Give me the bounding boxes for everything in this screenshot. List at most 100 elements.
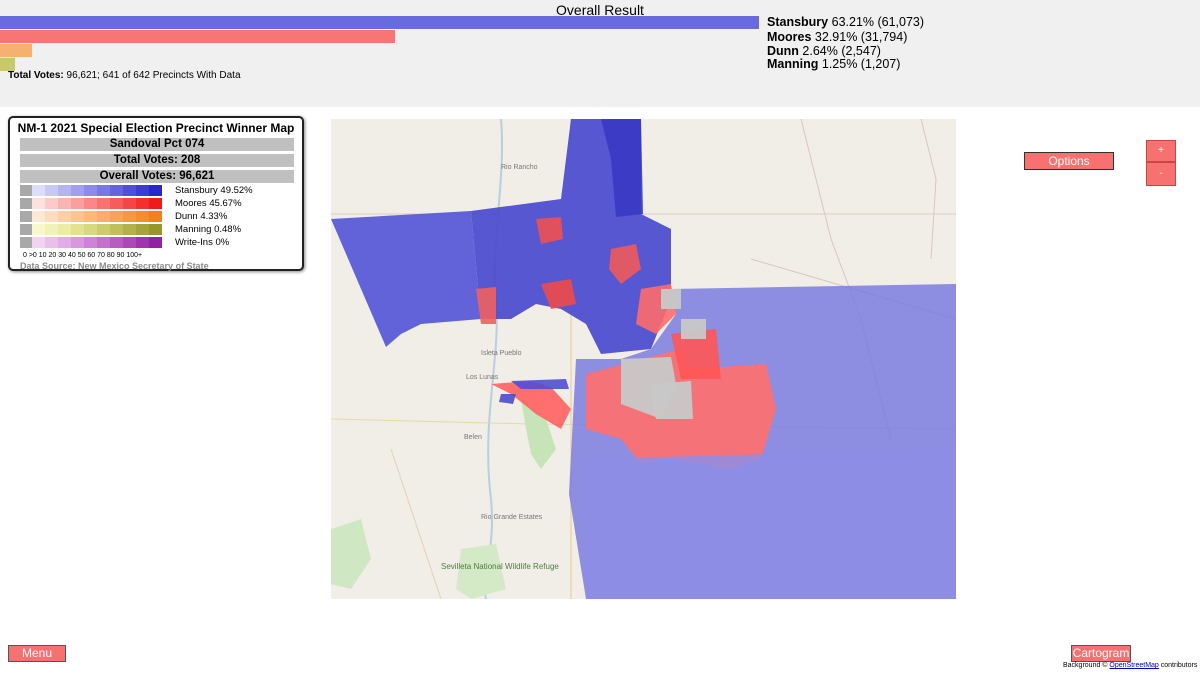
legend-swatch	[97, 211, 110, 222]
precinct-name: Sandoval Pct 074	[20, 138, 294, 151]
map-canvas[interactable]: Rio Rancho Isleta Pueblo Los Lunas Belen…	[331, 119, 956, 599]
legend-scale-ticks: 0 >0 10 20 30 40 50 60 70 80 90 100+	[23, 252, 143, 259]
legend-swatch	[32, 185, 45, 196]
legend-panel: NM-1 2021 Special Election Precinct Winn…	[8, 116, 304, 271]
legend-title: NM-1 2021 Special Election Precinct Winn…	[17, 121, 295, 135]
legend-swatch	[58, 185, 71, 196]
legend-swatch	[149, 211, 162, 222]
legend-swatch	[123, 185, 136, 196]
legend-swatch	[97, 237, 110, 248]
zoom-out-button[interactable]: -	[1146, 162, 1176, 186]
legend-swatch	[58, 211, 71, 222]
legend-swatch	[58, 237, 71, 248]
legend-swatch	[71, 211, 84, 222]
precinct-no-data-b[interactable]	[681, 319, 706, 339]
legend-swatch	[123, 211, 136, 222]
stansbury-result-label: Stansbury 63.21% (61,073)	[767, 15, 925, 29]
legend-swatch	[32, 211, 45, 222]
legend-swatch	[84, 198, 97, 209]
options-button[interactable]: Options	[1024, 152, 1114, 170]
legend-swatch	[110, 198, 123, 209]
manning-result-label: Manning 1.25% (1,207)	[767, 57, 901, 71]
wilderness-area	[331, 519, 371, 589]
legend-swatch-zero	[20, 211, 32, 222]
legend-swatch	[71, 185, 84, 196]
legend-swatch	[149, 237, 162, 248]
legend-swatch	[110, 224, 123, 235]
stansbury-result-bar	[0, 16, 759, 29]
results-header: Overall Result Stansbury 63.21% (61,073)…	[0, 0, 1200, 107]
place-label: Rio Rancho	[501, 164, 538, 171]
legend-swatch	[71, 237, 84, 248]
legend-swatch	[71, 198, 84, 209]
precinct-no-data-d[interactable]	[651, 381, 693, 419]
legend-swatch-zero	[20, 198, 32, 209]
total-votes-summary: Total Votes: 96,621; 641 of 642 Precinct…	[8, 70, 241, 81]
legend-swatch	[136, 224, 149, 235]
moores-result-label: Moores 32.91% (31,794)	[767, 30, 908, 44]
legend-swatch	[45, 211, 58, 222]
precinct-total-votes: Total Votes: 208	[20, 154, 294, 167]
legend-swatch	[45, 237, 58, 248]
legend-swatch	[84, 237, 97, 248]
legend-swatch-zero	[20, 224, 32, 235]
legend-swatch	[45, 185, 58, 196]
legend-swatch	[136, 185, 149, 196]
legend-swatch	[110, 237, 123, 248]
precinct-southwest-stansbury-b[interactable]	[499, 394, 516, 404]
legend-label-manning: Manning 0.48%	[175, 224, 242, 235]
precinct-shapes[interactable]	[331, 119, 956, 599]
legend-label-moores: Moores 45.67%	[175, 198, 242, 209]
legend-swatch	[110, 211, 123, 222]
overall-votes: Overall Votes: 96,621	[20, 170, 294, 183]
legend-swatch	[71, 224, 84, 235]
map-attribution: Background © OpenStreetMap contributors	[1063, 662, 1198, 669]
legend-swatch	[136, 237, 149, 248]
legend-swatch	[84, 185, 97, 196]
dunn-result-bar	[0, 44, 32, 57]
legend-swatch	[149, 224, 162, 235]
legend-swatch	[110, 185, 123, 196]
legend-swatch	[32, 198, 45, 209]
moores-result-bar	[0, 30, 395, 43]
legend-swatch	[84, 211, 97, 222]
place-label: Belen	[464, 434, 482, 441]
legend-label-dunn: Dunn 4.33%	[175, 211, 228, 222]
legend-swatch	[136, 211, 149, 222]
legend-swatch	[123, 224, 136, 235]
legend-swatch	[58, 198, 71, 209]
place-label: Sevilleta National Wildlife Refuge	[441, 562, 559, 571]
precinct-west-stansbury[interactable]	[331, 211, 481, 347]
menu-button[interactable]: Menu	[8, 645, 66, 662]
legend-swatch-zero	[20, 185, 32, 196]
precinct-south-stansbury[interactable]	[586, 449, 956, 599]
place-label: Isleta Pueblo	[481, 350, 522, 357]
openstreetmap-link[interactable]: OpenStreetMap	[1109, 662, 1158, 669]
legend-swatch	[97, 224, 110, 235]
dunn-result-label: Dunn 2.64% (2,547)	[767, 44, 881, 58]
place-label: Rio Grande Estates	[481, 514, 543, 521]
legend-swatch	[149, 198, 162, 209]
legend-label-write-ins: Write-Ins 0%	[175, 237, 230, 248]
legend-swatch	[123, 198, 136, 209]
legend-swatch	[149, 185, 162, 196]
legend-swatch	[123, 237, 136, 248]
legend-swatch	[45, 224, 58, 235]
precinct-no-data-c[interactable]	[661, 289, 681, 309]
legend-swatch	[97, 185, 110, 196]
cartogram-button[interactable]: Cartogram	[1071, 645, 1131, 662]
legend-swatch	[136, 198, 149, 209]
data-source-note: Data Source: New Mexico Secretary of Sta…	[20, 261, 209, 271]
legend-swatch-zero	[20, 237, 32, 248]
zoom-in-button[interactable]: +	[1146, 140, 1176, 162]
wildlife-refuge-area	[456, 544, 506, 599]
precinct-map[interactable]: Rio Rancho Isleta Pueblo Los Lunas Belen…	[331, 119, 956, 599]
legend-swatch	[97, 198, 110, 209]
place-label: Los Lunas	[466, 374, 499, 381]
legend-label-stansbury: Stansbury 49.52%	[175, 185, 253, 196]
legend-swatch	[32, 237, 45, 248]
legend-swatch	[32, 224, 45, 235]
precinct-southwest-stansbury[interactable]	[511, 379, 569, 389]
legend-swatch	[84, 224, 97, 235]
legend-swatch	[58, 224, 71, 235]
